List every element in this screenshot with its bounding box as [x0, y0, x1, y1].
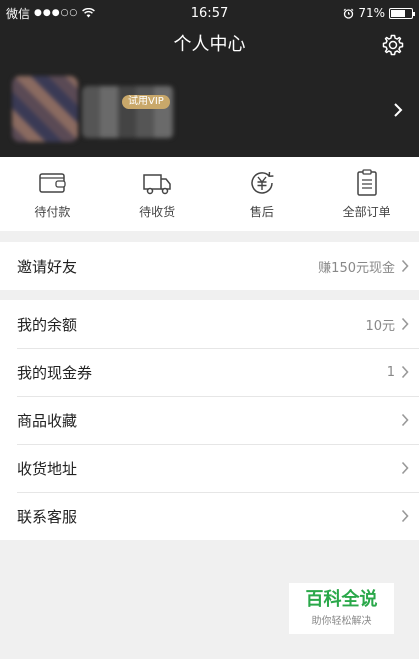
watermark-title: 百科全说	[305, 589, 378, 610]
row-label: 邀请好友	[17, 257, 78, 276]
carrier-label: 微信	[6, 6, 31, 21]
profile-header[interactable]: 试用VIP	[0, 64, 419, 157]
yuan-refresh-icon	[251, 171, 274, 194]
order-label: 待付款	[34, 204, 71, 219]
order-shortcuts: 待付款 待收货 售后 全部订单	[0, 157, 419, 231]
chevron-right-icon[interactable]	[393, 102, 403, 118]
order-pending-receipt[interactable]: 待收货	[105, 157, 210, 231]
chevron-right-icon	[401, 509, 409, 523]
wifi-icon	[82, 8, 96, 18]
alarm-icon	[343, 8, 354, 19]
status-bar: 微信 ●●●○○ 16:57 71%	[0, 0, 419, 26]
customer-service-row[interactable]: 联系客服	[0, 492, 419, 540]
order-all[interactable]: 全部订单	[314, 157, 419, 231]
invite-section: 邀请好友 赚150元现金	[0, 242, 419, 290]
row-label: 商品收藏	[17, 411, 78, 430]
battery-percent: 71%	[358, 6, 385, 20]
chevron-right-icon	[401, 413, 409, 427]
row-label: 收货地址	[17, 459, 78, 478]
row-label: 联系客服	[17, 507, 78, 526]
row-value: 1	[386, 364, 395, 380]
vip-badge: 试用VIP	[122, 95, 170, 109]
favorites-row[interactable]: 商品收藏	[0, 396, 419, 444]
order-label: 全部订单	[342, 204, 391, 219]
truck-icon	[143, 173, 171, 194]
page-title: 个人中心	[173, 34, 246, 55]
watermark-subtitle: 助你轻松解决	[311, 616, 372, 627]
chevron-right-icon	[401, 317, 409, 331]
coupon-row[interactable]: 我的现金券 1	[0, 348, 419, 396]
username-blurred	[82, 86, 174, 138]
row-label: 我的余额	[17, 315, 78, 334]
row-value: 10元	[365, 318, 395, 334]
order-label: 售后	[249, 204, 274, 219]
order-pending-payment[interactable]: 待付款	[0, 157, 105, 231]
signal-strength: ●●●○○	[34, 8, 79, 18]
battery-fill	[391, 9, 406, 17]
invite-friends-row[interactable]: 邀请好友 赚150元现金	[0, 242, 419, 290]
order-after-sales[interactable]: 售后	[210, 157, 315, 231]
address-row[interactable]: 收货地址	[0, 444, 419, 492]
wallet-icon	[39, 172, 67, 193]
chevron-right-icon	[401, 365, 409, 379]
status-left: 微信 ●●●○○	[6, 5, 156, 22]
watermark-logo: 百科全说 助你轻松解决	[289, 583, 394, 634]
chevron-right-icon	[401, 259, 409, 273]
order-label: 待收货	[139, 204, 176, 219]
clipboard-icon	[356, 168, 377, 196]
nav-bar: 个人中心	[0, 26, 419, 64]
balance-row[interactable]: 我的余额 10元	[0, 300, 419, 348]
row-value: 赚150元现金	[318, 260, 395, 276]
avatar[interactable]	[12, 76, 78, 142]
status-right: 71%	[343, 6, 415, 20]
chevron-right-icon	[401, 461, 409, 475]
gear-icon[interactable]	[381, 33, 405, 57]
row-label: 我的现金券	[17, 363, 93, 382]
account-section: 我的余额 10元 我的现金券 1 商品收藏 收货地址 联系客服	[0, 300, 419, 540]
battery-icon	[389, 7, 415, 19]
